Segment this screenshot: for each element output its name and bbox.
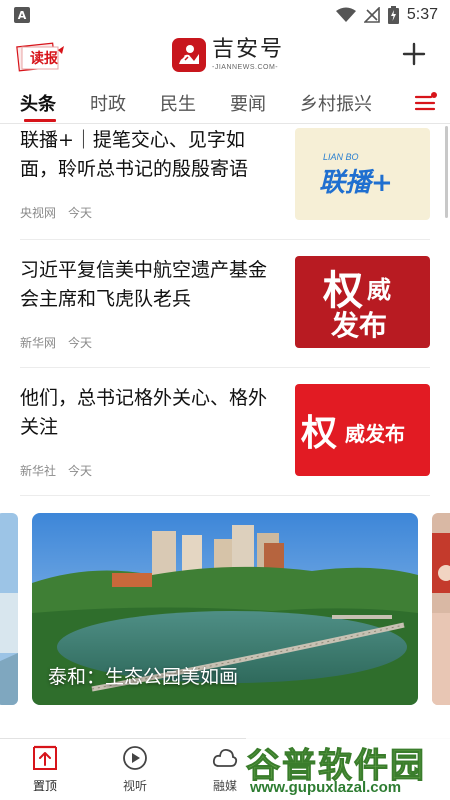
thumb-label: 联播+ bbox=[319, 168, 393, 198]
tab-news[interactable]: 要闻 bbox=[230, 90, 266, 116]
news-item-title: 联播+｜提笔交心、见字如面，聆听总书记的殷殷寄语 bbox=[20, 129, 249, 180]
feed-scrollbar[interactable] bbox=[445, 126, 448, 218]
thumb-char-b: 威 bbox=[367, 276, 391, 304]
play-circle-icon bbox=[123, 746, 147, 770]
tab-headlines[interactable]: 头条 bbox=[20, 90, 56, 116]
carousel-prev-slide[interactable] bbox=[0, 513, 18, 705]
news-item[interactable]: 他们，总书记格外关心、格外关注 新华社 今天 权 威发布 bbox=[20, 368, 430, 496]
news-item[interactable]: 联播+｜提笔交心、见字如面，聆听总书记的殷殷寄语 央视网 今天 LIAN BO 联… bbox=[20, 124, 430, 240]
app-logo: 吉安号 -JIANNEWS.COM- bbox=[172, 38, 284, 72]
app-header: 读报 吉安号 -JIANNEWS.COM- bbox=[0, 30, 450, 82]
logo-title: 吉安号 bbox=[212, 37, 285, 62]
logo-subtitle: -JIANNEWS.COM- bbox=[212, 64, 279, 71]
news-source: 新华网 bbox=[20, 336, 57, 350]
app-notification-icon: A bbox=[14, 7, 30, 23]
carousel-caption: 泰和：生态公园美如画 bbox=[48, 666, 239, 688]
wifi-icon bbox=[335, 7, 356, 22]
news-item-meta: 新华网 今天 bbox=[20, 334, 92, 351]
active-tab-indicator bbox=[24, 119, 56, 122]
nav-media-label: 融媒 bbox=[212, 779, 237, 793]
read-newspaper-button[interactable]: 读报 bbox=[16, 42, 66, 72]
thumb-char-a: 权 bbox=[301, 413, 338, 454]
add-icon[interactable] bbox=[402, 42, 426, 66]
news-time: 今天 bbox=[68, 336, 93, 350]
news-item-title: 他们，总书记格外关心、格外关注 bbox=[20, 387, 268, 438]
news-item[interactable]: 习近平复信美中航空遗产基金会主席和飞虎队老兵 新华网 今天 权 威 发布 bbox=[20, 240, 430, 368]
watermark-url: www.gupuxlazal.com bbox=[250, 779, 402, 796]
news-time: 今天 bbox=[68, 206, 93, 220]
top-pin-icon bbox=[33, 745, 57, 770]
tab-livelihood[interactable]: 民生 bbox=[160, 90, 196, 116]
news-item-meta: 新华社 今天 bbox=[20, 462, 92, 479]
read-newspaper-label: 读报 bbox=[30, 51, 58, 67]
nav-audio-video-label: 视听 bbox=[122, 779, 147, 793]
carousel-next-slide[interactable] bbox=[432, 513, 450, 705]
news-item-title: 习近平复信美中航空遗产基金会主席和飞虎队老兵 bbox=[20, 259, 268, 310]
news-source: 央视网 bbox=[20, 206, 57, 220]
news-item-meta: 央视网 今天 bbox=[20, 204, 92, 221]
battery-charging-icon bbox=[387, 6, 399, 24]
cloud-icon bbox=[212, 748, 238, 767]
nav-top-label: 置顶 bbox=[32, 779, 57, 793]
photo-carousel[interactable]: 泰和：生态公园美如画 bbox=[0, 513, 450, 705]
channel-tabs: 头条 时政 民生 要闻 乡村振兴 bbox=[0, 82, 450, 124]
tab-politics[interactable]: 时政 bbox=[90, 90, 126, 116]
site-watermark: 谷普软件园 www.gupuxlazal.com bbox=[246, 738, 450, 800]
news-source: 新华社 bbox=[20, 464, 57, 478]
thumb-char-c: 发布 bbox=[331, 309, 388, 342]
status-bar: A 5:37 bbox=[0, 0, 450, 30]
news-thumbnail: 权 威发布 bbox=[295, 384, 430, 476]
channel-menu-icon[interactable] bbox=[412, 90, 438, 116]
clock: 5:37 bbox=[406, 6, 438, 23]
nav-top[interactable]: 置顶 bbox=[15, 745, 75, 794]
news-time: 今天 bbox=[68, 464, 93, 478]
thumb-small-label: LIAN BO bbox=[323, 152, 359, 162]
tab-rural-revitalization[interactable]: 乡村振兴 bbox=[300, 90, 372, 116]
news-thumbnail: LIAN BO 联播+ bbox=[295, 128, 430, 220]
news-thumbnail: 权 威 发布 bbox=[295, 256, 430, 348]
thumb-char-b: 威发布 bbox=[345, 422, 405, 446]
nav-audio-video[interactable]: 视听 bbox=[105, 745, 165, 794]
logo-mark-icon bbox=[172, 38, 206, 72]
carousel-current-slide[interactable]: 泰和：生态公园美如画 bbox=[32, 513, 418, 705]
signal-off-icon bbox=[363, 7, 380, 23]
